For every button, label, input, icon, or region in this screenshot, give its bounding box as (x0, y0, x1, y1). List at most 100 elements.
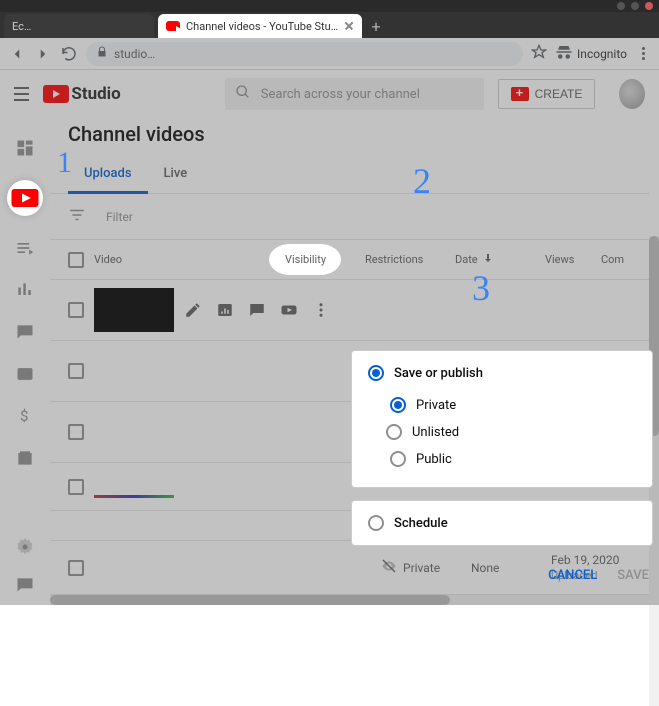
window-titlebar (0, 0, 659, 12)
filter-icon[interactable] (68, 206, 86, 227)
radio-label: Private (416, 398, 456, 413)
feedback-icon[interactable] (15, 575, 35, 595)
radio-icon (368, 515, 384, 531)
tab-uploads[interactable]: Uploads (68, 156, 148, 194)
radio-public[interactable]: Public (368, 445, 636, 473)
create-button[interactable]: CREATE (498, 79, 596, 109)
search-icon (235, 84, 251, 104)
col-views[interactable]: Views (545, 253, 585, 266)
svg-text:$: $ (20, 407, 28, 425)
incognito-badge: Incognito (555, 45, 627, 62)
col-date-label: Date (455, 253, 478, 266)
browser-tab-inactive[interactable]: Ec… (4, 14, 154, 38)
youtube-play-icon[interactable] (280, 301, 298, 319)
radio-selected-icon (368, 365, 384, 381)
monetization-icon[interactable]: $ (15, 406, 35, 426)
callout-3: 3 (472, 267, 490, 309)
tabs-row: Uploads Live (50, 156, 649, 194)
address-bar[interactable]: studio… (86, 42, 523, 66)
radio-unlisted[interactable]: Unlisted (364, 419, 636, 445)
reload-button[interactable] (60, 45, 78, 63)
window-close[interactable] (645, 2, 653, 10)
video-thumbnail[interactable] (94, 495, 174, 498)
video-thumbnail[interactable] (94, 288, 174, 332)
search-placeholder: Search across your channel (261, 87, 420, 102)
save-button[interactable]: SAVE (617, 568, 649, 583)
more-icon[interactable] (312, 301, 330, 319)
analytics-icon[interactable] (216, 301, 234, 319)
back-button[interactable] (8, 45, 26, 63)
comments-icon[interactable] (15, 322, 35, 342)
filter-row: Filter (50, 194, 649, 240)
schedule-label: Schedule (394, 516, 448, 531)
tab-live[interactable]: Live (148, 156, 204, 193)
window-maximize[interactable] (631, 2, 639, 10)
cancel-button[interactable]: CANCEL (548, 568, 597, 583)
col-date[interactable]: Date (455, 252, 515, 267)
radio-private[interactable]: Private (368, 391, 636, 419)
schedule-row[interactable]: Schedule (368, 515, 636, 531)
col-visibility[interactable]: Visibility (275, 250, 335, 269)
create-icon (511, 87, 529, 101)
library-icon[interactable] (15, 448, 35, 468)
row-checkbox[interactable] (68, 424, 84, 440)
studio-header: Studio Search across your channel CREATE (0, 70, 659, 118)
window-minimize[interactable] (617, 2, 625, 10)
video-thumbnail[interactable] (94, 349, 174, 393)
logo-text: Studio (71, 84, 120, 104)
lock-icon (96, 46, 108, 61)
row-checkbox[interactable] (68, 363, 84, 379)
col-comments[interactable]: Com (601, 253, 631, 266)
url-text: studio… (114, 47, 155, 61)
radio-icon (390, 397, 406, 413)
col-restrictions[interactable]: Restrictions (365, 253, 425, 266)
menu-icon[interactable] (14, 87, 29, 101)
callout-1: 1 (57, 146, 72, 180)
schedule-popover: Schedule (351, 500, 653, 546)
video-row-active[interactable] (50, 280, 649, 341)
select-all-checkbox[interactable] (68, 252, 84, 268)
video-thumbnail[interactable] (94, 410, 174, 454)
create-label: CREATE (535, 87, 583, 101)
close-tab-icon[interactable] (344, 21, 354, 31)
row-checkbox[interactable] (68, 479, 84, 495)
edit-icon[interactable] (184, 301, 202, 319)
popover-title: Save or publish (394, 366, 483, 381)
row-checkbox[interactable] (68, 302, 84, 318)
search-input[interactable]: Search across your channel (225, 78, 484, 110)
youtube-favicon (166, 21, 180, 31)
callout-2: 2 (413, 160, 431, 202)
studio-logo[interactable]: Studio (43, 84, 120, 104)
browser-toolbar: studio… Incognito (0, 38, 659, 70)
col-video[interactable]: Video (94, 253, 144, 266)
main-content: Channel videos Uploads Live Filter Video… (50, 118, 659, 605)
analytics-icon[interactable] (15, 280, 35, 300)
star-icon[interactable] (531, 44, 547, 64)
radio-icon (386, 424, 402, 440)
forward-button[interactable] (34, 45, 52, 63)
browser-tab-active[interactable]: Channel videos - YouTube Stu… (158, 14, 362, 38)
radio-icon (390, 451, 406, 467)
comments-icon[interactable] (248, 301, 266, 319)
playlists-icon[interactable] (15, 238, 35, 258)
column-header-row: Video Visibility Restrictions Date Views… (50, 240, 649, 280)
radio-label: Unlisted (412, 425, 459, 440)
avatar[interactable] (619, 79, 645, 109)
sort-down-icon (482, 252, 494, 267)
popover-title-row: Save or publish (368, 365, 636, 381)
radio-label: Public (416, 452, 452, 467)
new-tab-button[interactable]: + (366, 18, 386, 38)
settings-icon[interactable] (15, 537, 35, 557)
videos-icon[interactable] (7, 180, 43, 216)
dashboard-icon[interactable] (15, 138, 35, 158)
row-checkbox[interactable] (68, 560, 84, 576)
filter-label[interactable]: Filter (106, 210, 133, 224)
visibility-popover-wrap: Save or publish Private Unlisted Public (351, 350, 653, 589)
subtitles-icon[interactable] (15, 364, 35, 384)
tab-label: Channel videos - YouTube Stu… (186, 20, 338, 33)
browser-menu-button[interactable] (635, 47, 651, 60)
tab-label: Ec… (12, 20, 31, 33)
horizontal-scrollbar-thumb[interactable] (50, 595, 450, 605)
page-title: Channel videos (50, 118, 649, 146)
youtube-icon (43, 85, 69, 103)
